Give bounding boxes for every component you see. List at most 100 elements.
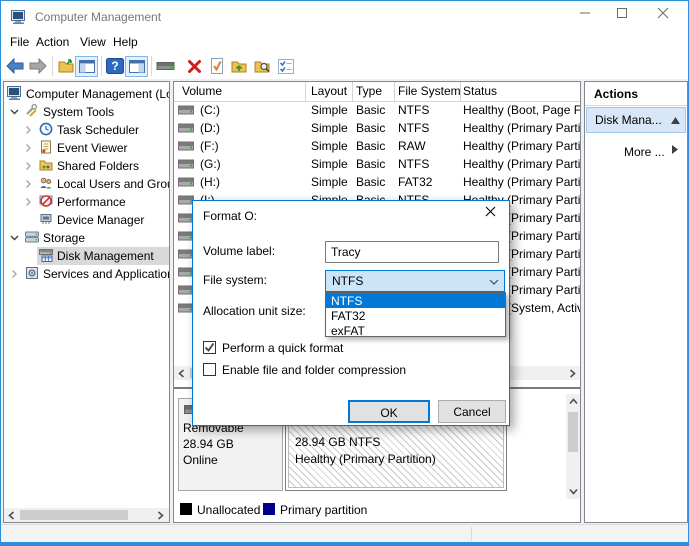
tree-item-label: Shared Folders xyxy=(57,159,140,173)
chevron-expanded-icon[interactable] xyxy=(9,107,19,117)
chevron-collapsed-icon[interactable] xyxy=(23,125,33,135)
close-button[interactable] xyxy=(657,7,687,27)
volume-row[interactable]: (C:) Simple Basic NTFS Healthy (Boot, Pa… xyxy=(174,101,580,119)
chevron-collapsed-icon[interactable] xyxy=(23,197,33,207)
back-icon[interactable] xyxy=(4,56,26,76)
tasklist-icon[interactable] xyxy=(275,56,297,76)
tree-item-label: Disk Management xyxy=(57,249,154,263)
menu-file[interactable]: File xyxy=(10,35,29,49)
disk-view-vscrollbar[interactable] xyxy=(566,394,580,499)
collapse-up-icon[interactable] xyxy=(671,117,680,124)
minimize-button[interactable] xyxy=(579,7,609,27)
tree-item-task-scheduler[interactable]: Task Scheduler xyxy=(4,121,169,139)
tree-hscrollbar[interactable] xyxy=(4,508,169,522)
chevron-collapsed-icon[interactable] xyxy=(23,143,33,153)
svg-text:?: ? xyxy=(111,59,118,73)
expand-right-icon[interactable] xyxy=(672,145,678,154)
volume-row[interactable]: (D:) Simple Basic NTFS Healthy (Primary … xyxy=(174,119,580,137)
chevron-collapsed-icon[interactable] xyxy=(23,179,33,189)
volume-fs: NTFS xyxy=(398,157,430,171)
quick-format-label: Perform a quick format xyxy=(222,341,344,355)
tree-item-shared-folders[interactable]: Shared Folders xyxy=(4,157,169,175)
dropdown-option-exfat[interactable]: exFAT xyxy=(326,323,505,338)
dropdown-option-ntfs[interactable]: NTFS xyxy=(326,293,505,308)
legend-primary-swatch xyxy=(263,503,275,515)
toolbar: ? xyxy=(1,53,688,80)
scroll-left-icon[interactable] xyxy=(5,509,18,521)
column-header-type[interactable]: Type xyxy=(356,84,382,98)
tree-item-system-tools[interactable]: System Tools xyxy=(4,103,169,121)
volume-label-input[interactable] xyxy=(325,241,499,263)
tree-item-event-viewer[interactable]: Event Viewer xyxy=(4,139,169,157)
menu-help[interactable]: Help xyxy=(113,35,138,49)
show-console-tree-icon[interactable] xyxy=(75,56,98,77)
menu-action[interactable]: Action xyxy=(36,35,69,49)
volume-name: (F:) xyxy=(200,139,219,153)
volume-fs: NTFS xyxy=(398,121,430,135)
tree-item-services-applications[interactable]: Services and Applications xyxy=(4,265,169,283)
scroll-down-icon[interactable] xyxy=(567,485,579,498)
volume-disk-icon xyxy=(178,177,194,187)
file-system-label: File system: xyxy=(203,273,268,287)
volume-row[interactable]: (F:) Simple Basic RAW Healthy (Primary P… xyxy=(174,137,580,155)
maximize-button[interactable] xyxy=(616,7,646,27)
properties-check-icon[interactable] xyxy=(206,56,228,76)
performance-icon xyxy=(39,194,55,209)
disk-view-vscrollbar-thumb[interactable] xyxy=(568,412,578,452)
volume-type: Basic xyxy=(356,175,386,189)
column-header-status[interactable]: Status xyxy=(463,84,497,98)
cancel-button[interactable]: Cancel xyxy=(438,400,506,423)
disk-device-icon[interactable] xyxy=(155,56,177,76)
show-action-pane-icon[interactable] xyxy=(125,56,148,77)
column-header-layout[interactable]: Layout xyxy=(311,84,347,98)
tree-item-label: Performance xyxy=(57,195,126,209)
volume-layout: Simple xyxy=(311,121,348,135)
tree-item-performance[interactable]: Performance xyxy=(4,193,169,211)
volume-row[interactable]: (H:) Simple Basic FAT32 Healthy (Primary… xyxy=(174,173,580,191)
scroll-up-icon[interactable] xyxy=(567,395,579,408)
actions-item-disk-management[interactable]: Disk Mana... xyxy=(586,107,686,133)
dropdown-option-fat32[interactable]: FAT32 xyxy=(326,308,505,323)
tree-item-device-manager[interactable]: Device Manager xyxy=(4,211,169,229)
scroll-left-icon[interactable] xyxy=(175,367,188,379)
compression-checkbox[interactable] xyxy=(203,363,216,376)
volume-layout: Simple xyxy=(311,175,348,189)
menu-view[interactable]: View xyxy=(80,35,106,49)
chevron-expanded-icon[interactable] xyxy=(9,233,19,243)
status-bar-divider xyxy=(471,527,472,541)
file-system-combobox[interactable]: NTFS xyxy=(325,270,505,292)
tree-item-storage[interactable]: Storage xyxy=(4,229,169,247)
volume-disk-icon xyxy=(178,159,194,169)
chevron-collapsed-icon[interactable] xyxy=(23,161,33,171)
column-header-volume[interactable]: Volume xyxy=(182,84,222,98)
volume-row[interactable]: (G:) Simple Basic NTFS Healthy (Primary … xyxy=(174,155,580,173)
menu-bar: File Action View Help xyxy=(1,32,688,53)
scroll-right-icon[interactable] xyxy=(566,367,579,379)
tree-item-computer-management[interactable]: Computer Management (Local) xyxy=(4,85,169,103)
actions-item-more[interactable]: More ... xyxy=(586,140,686,166)
volume-layout: Simple xyxy=(311,139,348,153)
tree-item-local-users-groups[interactable]: Local Users and Groups xyxy=(4,175,169,193)
window-title: Computer Management xyxy=(35,10,162,24)
chevron-collapsed-icon[interactable] xyxy=(9,269,19,279)
quick-format-checkbox[interactable] xyxy=(203,341,216,354)
help-icon[interactable]: ? xyxy=(104,56,126,76)
find-folder-icon[interactable] xyxy=(252,56,274,76)
scroll-right-icon[interactable] xyxy=(154,509,167,521)
tree-hscrollbar-thumb[interactable] xyxy=(20,510,128,520)
actions-item-label: Disk Mana... xyxy=(595,113,662,127)
disk-management-icon xyxy=(39,248,55,263)
volume-name: (D:) xyxy=(200,121,220,135)
column-header-file-system[interactable]: File System xyxy=(398,84,461,98)
up-folder-icon[interactable] xyxy=(229,56,251,76)
volume-fs: NTFS xyxy=(398,103,430,117)
volume-status: Healthy (Boot, Page File, Crash Dump, Pr… xyxy=(463,103,580,117)
forward-icon[interactable] xyxy=(27,56,49,76)
services-applications-icon xyxy=(25,266,41,281)
tree-item-disk-management[interactable]: Disk Management xyxy=(4,247,169,265)
ok-button[interactable]: OK xyxy=(348,400,430,423)
actions-divider xyxy=(585,105,687,106)
dialog-close-icon[interactable] xyxy=(485,206,503,222)
delete-icon[interactable] xyxy=(183,56,205,76)
legend-unallocated-swatch xyxy=(180,503,192,515)
